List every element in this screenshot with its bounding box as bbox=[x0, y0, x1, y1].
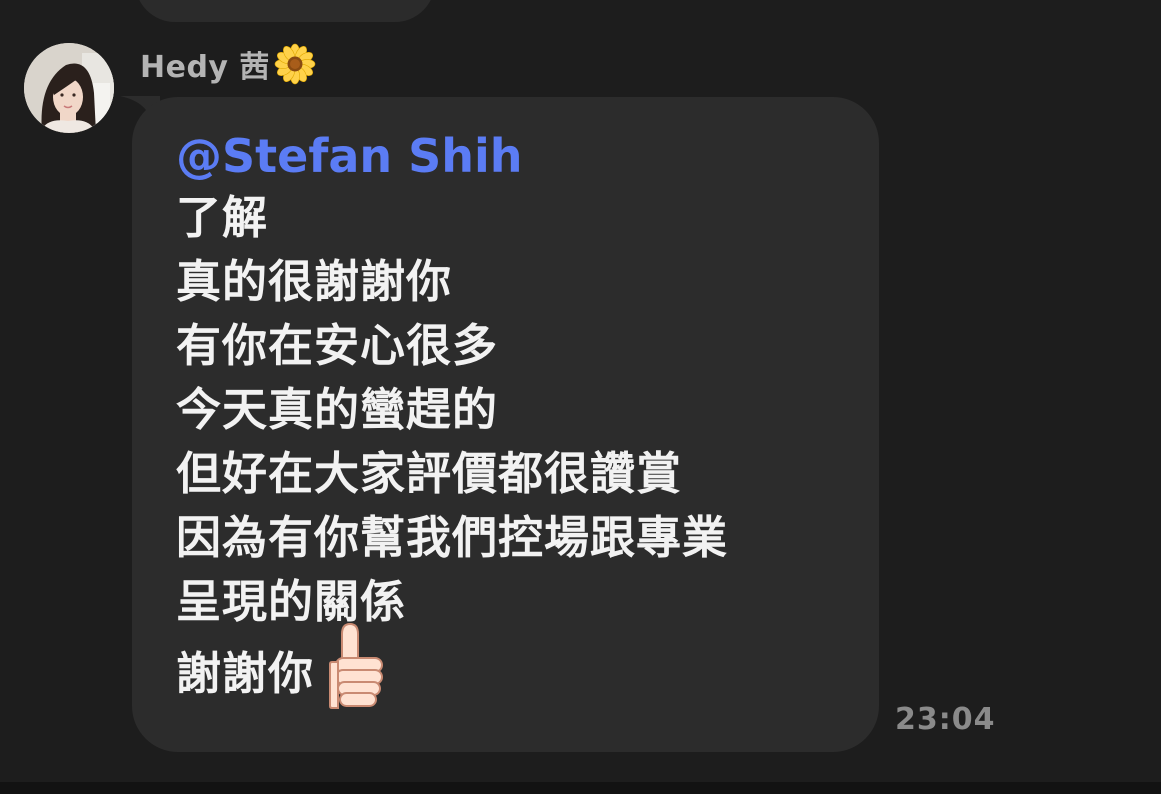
message-line: 呈現的關係 bbox=[176, 575, 407, 628]
message-timestamp: 23:04 bbox=[895, 702, 996, 737]
sunflower-icon bbox=[274, 43, 316, 85]
message-line: 真的很謝謝你 bbox=[176, 255, 453, 308]
message-line: 今天真的蠻趕的 bbox=[176, 383, 499, 436]
message-line: 了解 bbox=[176, 191, 269, 244]
sender-avatar[interactable] bbox=[24, 43, 114, 133]
sender-header: Hedy 茜 bbox=[140, 42, 316, 86]
message-line: 謝謝你 bbox=[176, 647, 315, 700]
avatar-photo bbox=[24, 43, 114, 133]
previous-message-bubble bbox=[135, 0, 435, 22]
mention-link[interactable]: @Stefan Shih bbox=[176, 128, 523, 184]
message-line: 但好在大家評價都很讚賞 bbox=[176, 447, 683, 500]
thumbs-up-icon bbox=[328, 622, 388, 714]
message-line: 有你在安心很多 bbox=[176, 319, 499, 372]
chat-screen: Hedy 茜 @Stefan Shih 了解 真的很謝謝你 有你在安心很多 今天… bbox=[0, 0, 1161, 794]
message-last-line: 謝謝你 bbox=[176, 622, 728, 714]
sender-name[interactable]: Hedy 茜 bbox=[140, 42, 270, 86]
bottom-bar bbox=[0, 782, 1161, 794]
message-line: 因為有你幫我們控場跟專業 bbox=[176, 511, 729, 564]
message-body: 了解 真的很謝謝你 有你在安心很多 今天真的蠻趕的 但好在大家評價都很讚賞 因為… bbox=[176, 186, 728, 714]
